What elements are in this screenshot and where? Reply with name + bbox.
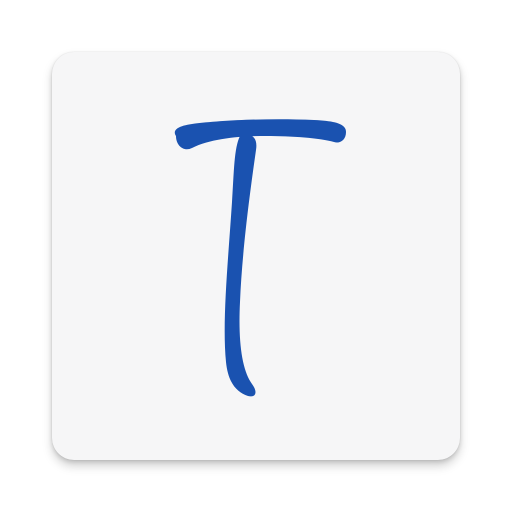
app-icon-tile[interactable] bbox=[52, 52, 460, 460]
letter-t-stem bbox=[224, 134, 257, 397]
letter-t-crossbar bbox=[174, 119, 346, 150]
icon-canvas bbox=[0, 0, 512, 512]
handwritten-letter-t-icon bbox=[174, 119, 346, 397]
